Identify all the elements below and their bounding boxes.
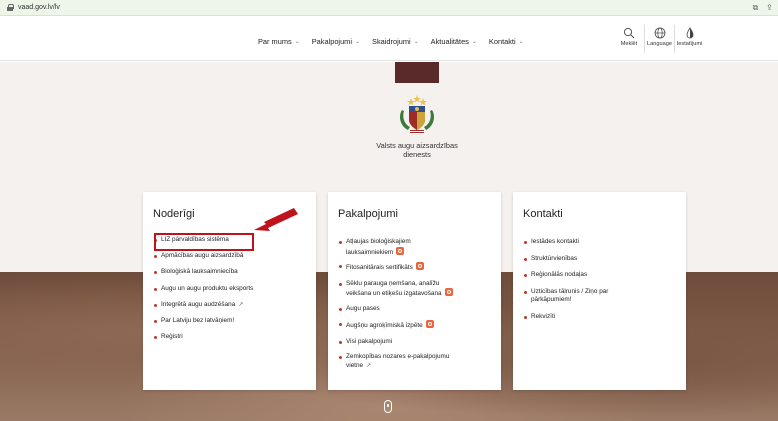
contact-link-regional[interactable]: Reģionālās nodaļas xyxy=(523,271,608,280)
useful-list: LIZ pārvaldības sistēma Apmācības augu a… xyxy=(153,236,253,342)
coat-of-arms-logo xyxy=(400,95,434,133)
service-badge-icon xyxy=(396,246,405,255)
search-button[interactable]: Meklēt xyxy=(614,25,644,53)
agency-name-line: Valsts augu aizsardzības xyxy=(376,141,458,150)
service-badge-icon xyxy=(425,320,434,328)
link-label: Fitosanitārais sertifikāts xyxy=(346,264,413,271)
search-label: Meklēt xyxy=(620,41,638,47)
contrast-icon xyxy=(686,27,693,39)
link-label: Atļaujas bioloģiskajiem xyxy=(346,238,411,245)
useful-link-latvani[interactable]: Par Latviju bez latvāņiem! xyxy=(153,317,253,326)
services-card: Pakalpojumi Atļaujas bioloģiskajiem lauk… xyxy=(328,192,501,390)
share-icon[interactable]: ⇪ xyxy=(765,3,774,12)
chevron-down-icon: ⌄ xyxy=(413,39,419,45)
link-label: Bioloģiskā lauksaimniecība xyxy=(161,268,238,276)
service-link-all-services[interactable]: Visi pakalpojumi xyxy=(338,338,453,347)
service-link-seed-sampling[interactable]: Sēklu parauga ņemšana, analīžu veikšana … xyxy=(338,280,453,299)
external-link-icon: ↗ xyxy=(366,362,372,369)
useful-link-organic[interactable]: Bioloģiskā lauksaimniecība xyxy=(153,268,253,277)
globe-icon xyxy=(654,27,665,39)
address-url[interactable]: vaad.gov.lv/lv xyxy=(18,4,60,11)
nav-label: Pakalpojumi xyxy=(311,37,352,46)
service-link-e-services[interactable]: Zemkopības nozares e-pakalpojumu vietne ↗ xyxy=(338,353,453,370)
service-link-soil-survey[interactable]: Augšņu agroķīmiskā izpēte xyxy=(338,320,453,331)
contact-link-requisites[interactable]: Rekvizīti xyxy=(523,313,608,322)
nav-label: Kontakti xyxy=(488,37,516,46)
link-label: Reģistri xyxy=(161,333,183,341)
contacts-card: Kontakti Iestādes kontakti Struktūrvienī… xyxy=(513,192,686,390)
nav-item-par-mums[interactable]: Par mums ⌄ xyxy=(258,37,300,46)
brand-block xyxy=(395,62,439,83)
link-label: Visi pakalpojumi xyxy=(346,337,393,345)
contact-link-institution[interactable]: Iestādes kontakti xyxy=(523,238,608,247)
agency-name-line: dienests xyxy=(403,150,431,159)
contact-link-trust-phone[interactable]: Uzticības tālrunis / Ziņo par pārkāpumie… xyxy=(523,288,608,305)
link-label: Rekvizīti xyxy=(531,312,556,320)
link-label: pārkāpumiem! xyxy=(531,296,572,303)
services-card-title: Pakalpojumi xyxy=(338,208,398,220)
link-label: veikšana un etiķešu izgatavošana xyxy=(346,290,442,297)
highlight-box xyxy=(154,233,254,251)
services-list: Atļaujas bioloģiskajiem lauksaimniekiem … xyxy=(338,238,453,370)
link-label: Augu un augu produktu eksports xyxy=(161,284,254,292)
settings-label: Iestatījumi xyxy=(676,41,703,47)
link-label: Iestādes kontakti xyxy=(531,238,579,245)
useful-link-integrated[interactable]: Integrētā augu audzēšana ↗ xyxy=(153,301,253,310)
red-arrow-icon xyxy=(254,208,298,231)
service-link-phytosanitary[interactable]: Fitosanitārais sertifikāts xyxy=(338,262,453,273)
link-label: Reģionālās nodaļas xyxy=(531,271,588,278)
language-label: Language xyxy=(647,41,672,47)
chevron-down-icon: ⌄ xyxy=(354,39,361,45)
nav-label: Skaidrojumi xyxy=(372,37,411,46)
header-tools: Meklēt Language Iestatījumi xyxy=(614,25,704,53)
contact-link-structure[interactable]: Struktūrvienības xyxy=(523,255,608,264)
scroll-mouse-icon[interactable] xyxy=(384,400,392,413)
service-badge-icon xyxy=(415,262,424,270)
useful-link-export[interactable]: Augu un augu produktu eksports xyxy=(153,285,253,294)
useful-link-training[interactable]: Apmācības augu aizsardzībā xyxy=(153,252,253,261)
contacts-list: Iestādes kontakti Struktūrvienības Reģio… xyxy=(523,238,608,321)
nav-item-kontakti[interactable]: Kontakti ⌄ xyxy=(489,37,524,46)
chevron-down-icon: ⌄ xyxy=(294,39,300,45)
service-link-plant-passports[interactable]: Augu pases xyxy=(338,305,453,314)
link-label: Struktūrvienības xyxy=(531,254,578,262)
chevron-down-icon: ⌄ xyxy=(518,39,524,45)
link-label: Uzticības tālrunis / Ziņo par xyxy=(531,287,609,295)
link-label: Sēklu parauga ņemšana, analīžu xyxy=(346,279,440,287)
link-label: Integrētā augu audzēšana xyxy=(161,300,236,308)
service-link-organic-permits[interactable]: Atļaujas bioloģiskajiem lauksaimniekiem xyxy=(338,238,453,257)
link-label: Augšņu agroķīmiskā izpēte xyxy=(346,322,423,329)
main-nav: Par mums ⌄ Pakalpojumi ⌄ Skaidrojumi ⌄ Aktu… xyxy=(258,37,536,46)
external-link-icon: ↗ xyxy=(238,301,244,308)
nav-item-skaidrojumi[interactable]: Skaidrojumi ⌄ xyxy=(372,37,419,46)
nav-item-aktualitates[interactable]: Aktualitātes ⌄ xyxy=(431,37,477,46)
service-badge-icon xyxy=(444,288,453,296)
agency-name: Valsts augu aizsardzības dienests xyxy=(350,141,484,159)
translate-icon[interactable]: ⧉ xyxy=(751,3,760,12)
settings-button[interactable]: Iestatījumi xyxy=(674,25,704,53)
nav-label: Aktualitātes xyxy=(430,37,469,46)
nav-item-pakalpojumi[interactable]: Pakalpojumi ⌄ xyxy=(312,37,360,46)
search-icon xyxy=(623,27,635,39)
site-header: Par mums ⌄ Pakalpojumi ⌄ Skaidrojumi ⌄ Aktu… xyxy=(0,17,778,61)
contacts-card-title: Kontakti xyxy=(523,208,563,220)
link-label: Apmācības augu aizsardzībā xyxy=(161,252,244,260)
link-label: Augu pases xyxy=(346,304,380,312)
link-label: Zemkopības nozares e-pakalpojumu xyxy=(346,353,450,360)
link-label: Par Latviju bez latvāņiem! xyxy=(161,316,235,324)
useful-card-title: Noderīgi xyxy=(153,208,195,220)
chevron-down-icon: ⌄ xyxy=(471,39,477,45)
link-label: vietne xyxy=(346,361,364,369)
useful-link-registers[interactable]: Reģistri xyxy=(153,333,253,342)
lock-icon xyxy=(7,4,14,11)
browser-address-bar[interactable]: vaad.gov.lv/lv ⧉ ⇪ xyxy=(0,0,778,16)
language-button[interactable]: Language xyxy=(644,25,674,53)
nav-label: Par mums xyxy=(258,37,292,46)
link-label: lauksaimniekiem xyxy=(346,248,394,256)
